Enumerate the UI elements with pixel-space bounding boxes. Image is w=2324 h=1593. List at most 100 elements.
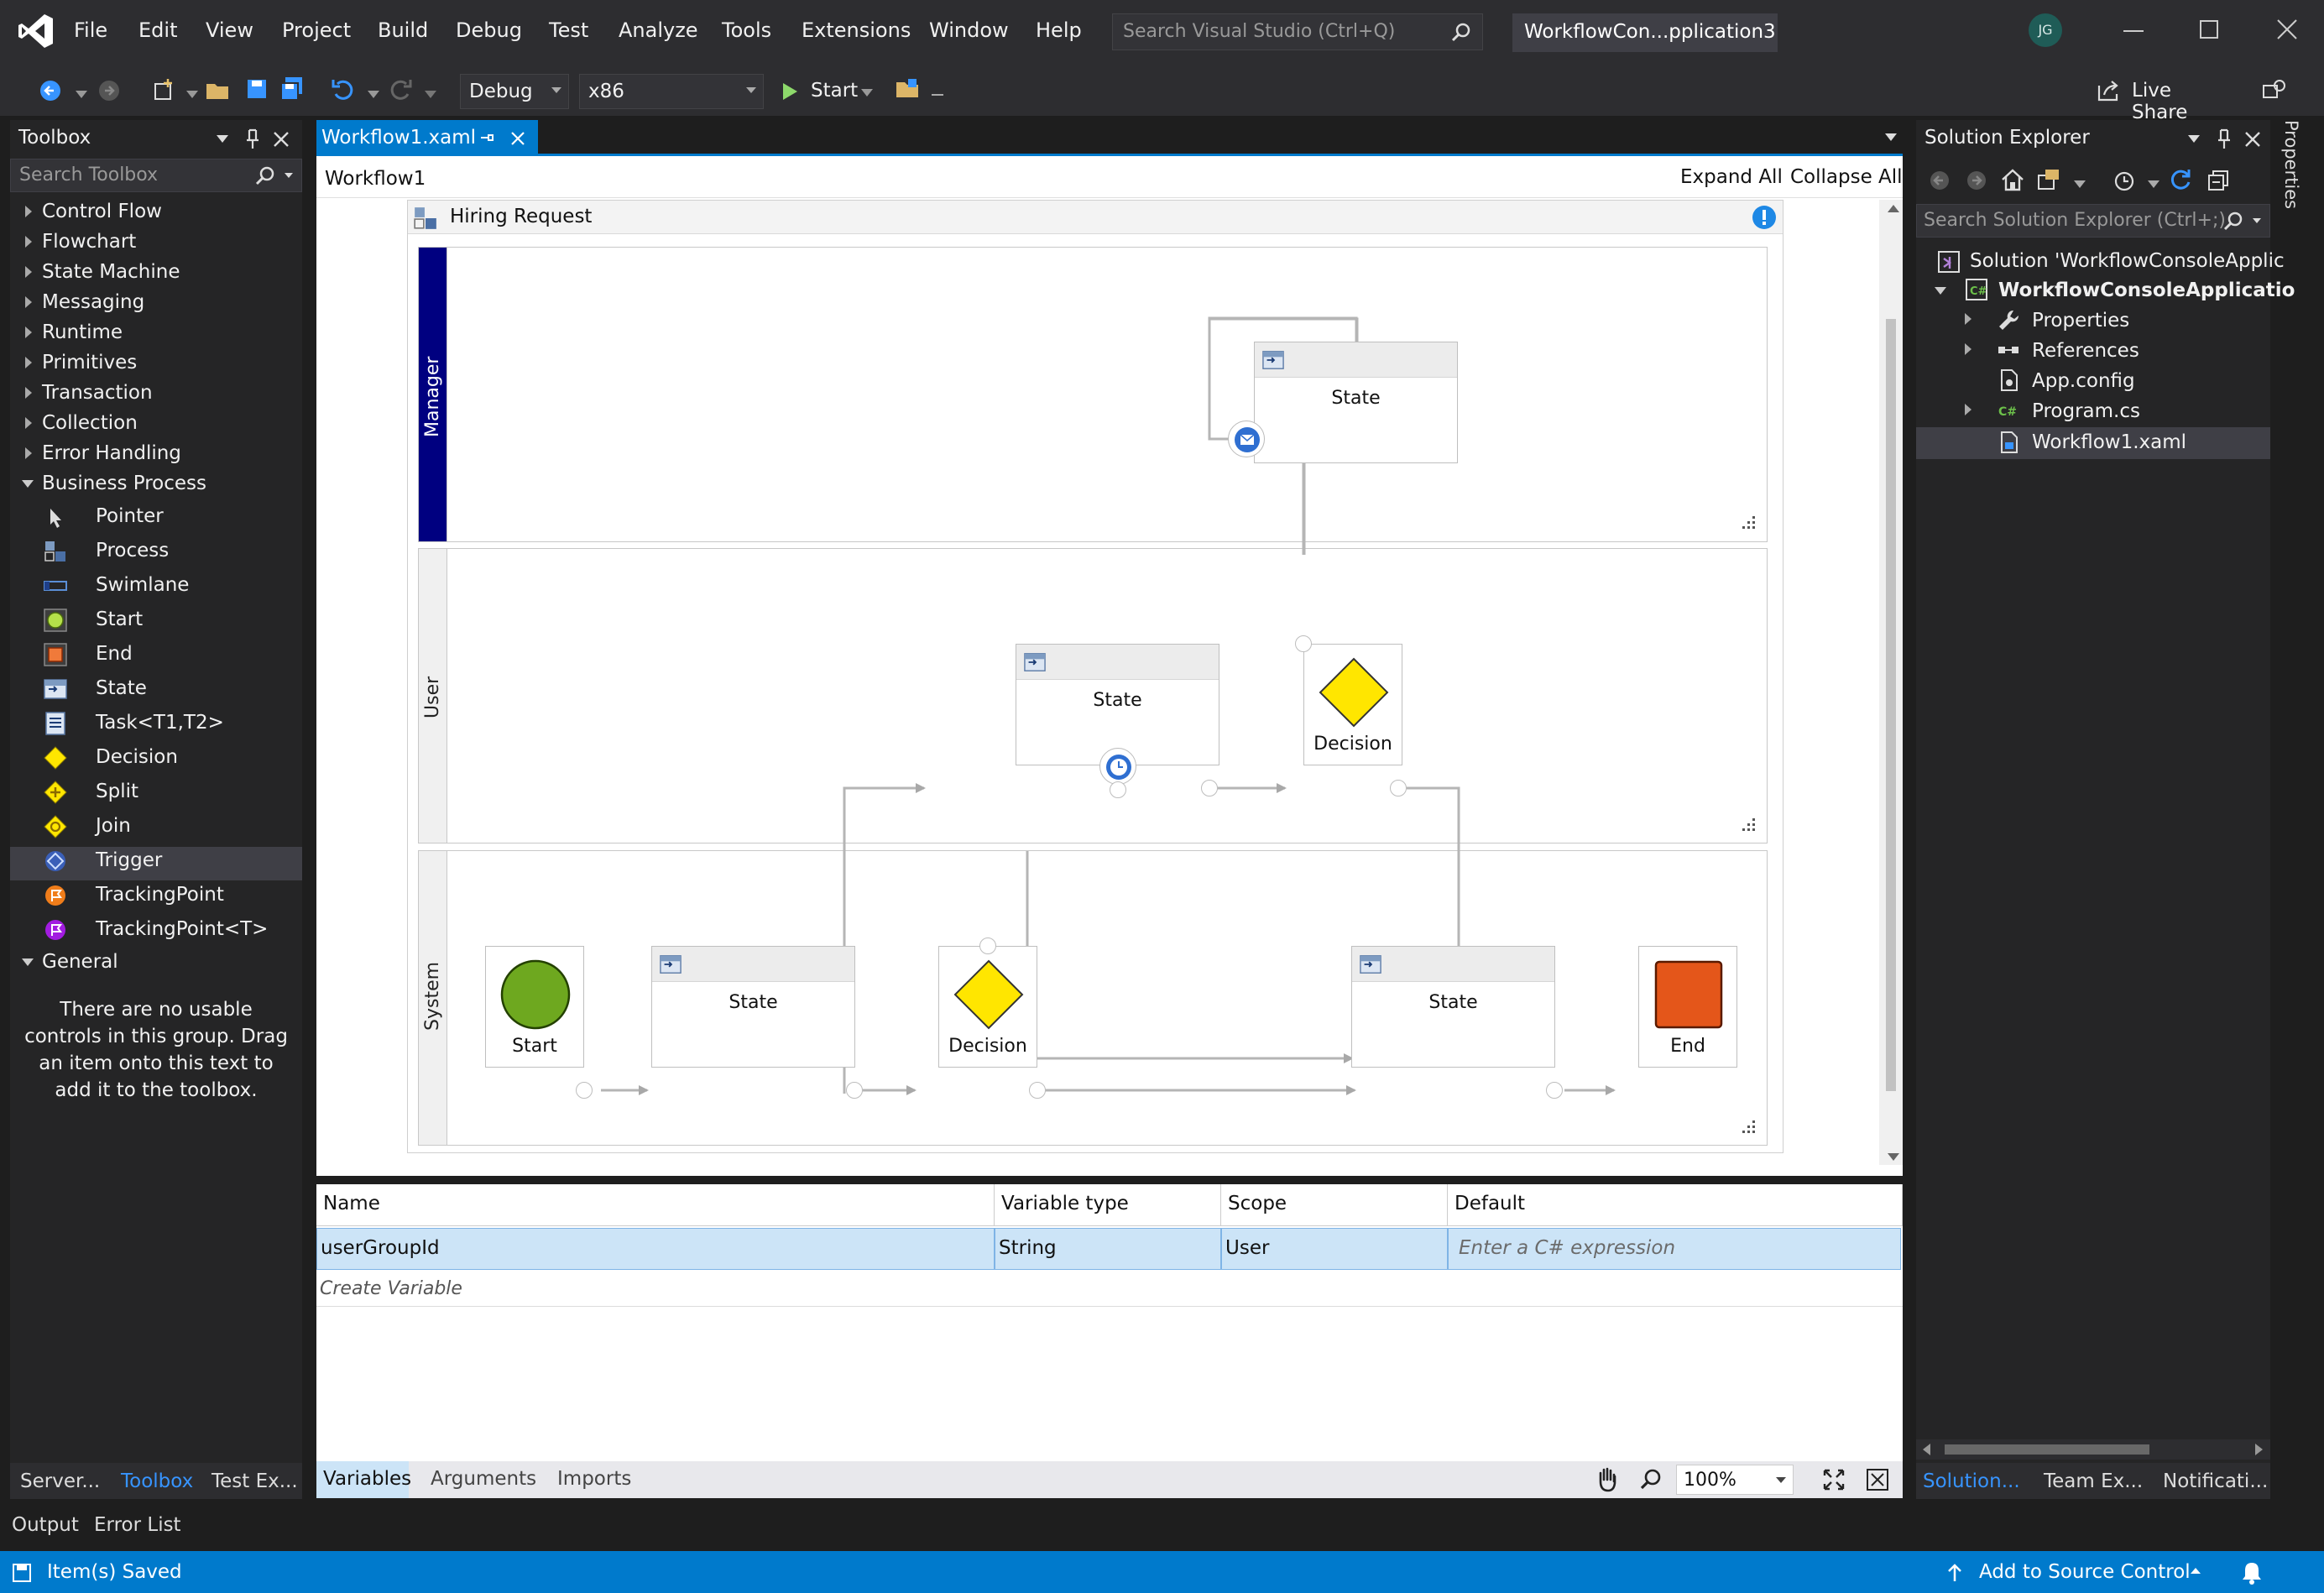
tab-variables[interactable]: Variables [323,1468,411,1490]
scroll-down-icon[interactable] [1888,1153,1899,1161]
toolbox-group-collection[interactable]: Collection [42,412,138,434]
solution-search-input[interactable]: Search Solution Explorer (Ctrl+;) [1916,204,2270,238]
user-avatar[interactable]: JG [2029,13,2062,47]
menu-help[interactable]: Help [1036,18,1082,42]
toolbox-item-process[interactable]: Process [96,540,169,561]
toolbox-item-swimlane[interactable]: Swimlane [96,574,189,596]
navigate-back-icon[interactable] [39,79,62,102]
undo-dropdown-icon[interactable] [368,91,379,98]
start-debugging-button[interactable]: Start [781,74,881,109]
tab-imports[interactable]: Imports [557,1468,631,1490]
save-icon[interactable] [245,77,269,101]
tree-references[interactable]: References [2032,340,2139,362]
tab-solution-explorer[interactable]: Solution... [1923,1470,2020,1492]
toolbox-group-business-process[interactable]: Business Process [42,473,206,494]
column-header-variable-type[interactable]: Variable type [995,1184,1221,1226]
zoom-level-select[interactable]: 100% [1676,1465,1794,1495]
toolbox-search-input[interactable]: Search Toolbox [10,159,302,192]
toolbar-overflow-icon[interactable] [932,94,943,96]
add-to-source-control-button[interactable]: Add to Source Control [1945,1558,2202,1588]
toolbox-group-transaction[interactable]: Transaction [42,382,153,404]
solution-platform-select[interactable]: x86 [579,74,764,109]
tab-workflow1-xaml[interactable]: Workflow1.xaml [316,120,538,155]
toolbox-item-trigger[interactable]: Trigger [96,849,162,871]
toolbox-group-state-machine[interactable]: State Machine [42,261,180,283]
decision-node-user[interactable]: Decision [1303,644,1402,765]
close-window-icon[interactable] [2276,18,2298,40]
menu-window[interactable]: Window [929,18,1009,42]
end-node[interactable]: End [1638,946,1737,1068]
zoom-icon[interactable] [1639,1468,1663,1491]
toolbox-item-split[interactable]: Split [96,781,138,802]
tab-toolbox[interactable]: Toolbox [121,1470,193,1492]
back-icon[interactable] [1928,169,1951,192]
redo-icon[interactable] [388,77,413,102]
document-list-dropdown-icon[interactable] [1885,133,1897,141]
menu-analyze[interactable]: Analyze [619,18,698,42]
tree-workflow1-xaml[interactable]: Workflow1.xaml [2032,431,2186,453]
state-node-manager[interactable]: State [1254,342,1458,463]
message-trigger[interactable] [1228,420,1265,457]
menu-view[interactable]: View [206,18,253,42]
toolbox-group-general[interactable]: General [42,951,118,973]
tree-project[interactable]: WorkflowConsoleApplicatio [1998,279,2295,301]
menu-tools[interactable]: Tools [722,18,771,42]
collapse-all-button[interactable]: Collapse All [1790,166,1903,188]
solution-configuration-select[interactable]: Debug [460,74,569,109]
live-share-button[interactable]: Live Share [2097,72,2231,123]
variable-default-input[interactable]: Enter a C# expression [1448,1228,1901,1270]
create-variable-row[interactable]: Create Variable [316,1272,1903,1307]
column-header-default[interactable]: Default [1448,1184,1903,1226]
toolbox-group-flowchart[interactable]: Flowchart [42,231,136,253]
tab-pin-icon[interactable] [479,130,494,145]
new-project-icon[interactable] [151,77,176,102]
toolbox-group-primitives[interactable]: Primitives [42,352,137,373]
tab-close-icon[interactable] [509,130,526,147]
pan-hand-icon[interactable] [1594,1466,1621,1493]
state-node-system-2[interactable]: State [1351,946,1555,1068]
close-solution-explorer-icon[interactable] [2243,130,2262,149]
menu-project[interactable]: Project [282,18,351,42]
tree-program-cs[interactable]: Program.cs [2032,400,2140,422]
menu-extensions[interactable]: Extensions [802,18,911,42]
save-all-icon[interactable] [279,76,306,102]
start-node[interactable]: Start [485,946,584,1068]
forward-icon[interactable] [1965,169,1988,192]
tab-error-list[interactable]: Error List [94,1514,181,1536]
toolbox-group-control-flow[interactable]: Control Flow [42,201,162,222]
menu-file[interactable]: File [74,18,107,42]
variable-type-cell[interactable]: String [995,1228,1221,1270]
breadcrumb[interactable]: Workflow1 [325,168,426,190]
notifications-bell-icon[interactable] [2239,1559,2264,1585]
tab-server-explorer[interactable]: Server... [20,1470,100,1492]
switch-views-icon[interactable] [2037,167,2064,192]
tab-team-explorer[interactable]: Team Ex... [2044,1470,2143,1492]
back-dropdown-icon[interactable] [76,91,87,98]
timer-trigger[interactable] [1099,748,1136,785]
scroll-up-icon[interactable] [1888,205,1899,212]
search-visual-studio-input[interactable]: Search Visual Studio (Ctrl+Q) [1112,13,1483,50]
collapse-all-icon[interactable] [2206,169,2230,192]
pin-icon[interactable] [2215,128,2233,150]
open-folder-icon[interactable] [205,77,232,102]
tab-notifications[interactable]: Notificati... [2163,1470,2268,1492]
toolbox-item-state[interactable]: State [96,677,147,699]
variable-scope-cell[interactable]: User [1221,1228,1448,1270]
tab-test-explorer[interactable]: Test Ex... [212,1470,298,1492]
toolbox-item-start[interactable]: Start [96,608,143,630]
maximize-icon[interactable] [2200,20,2218,39]
toolbox-item-task[interactable]: Task<T1,T2> [96,712,224,734]
decision-node-system[interactable]: Decision [938,946,1037,1068]
find-in-files-icon[interactable] [895,76,923,102]
pin-icon[interactable] [243,128,262,150]
state-node-system-1[interactable]: State [651,946,855,1068]
properties-side-tab[interactable]: Properties [2276,120,2310,221]
toolbox-item-pointer[interactable]: Pointer [96,505,164,527]
toolbox-group-runtime[interactable]: Runtime [42,321,123,343]
tree-app-config[interactable]: App.config [2032,370,2135,392]
close-toolbox-icon[interactable] [272,130,290,149]
menu-test[interactable]: Test [549,18,588,42]
tab-output[interactable]: Output [12,1514,79,1536]
menu-build[interactable]: Build [378,18,428,42]
home-icon[interactable] [2000,167,2025,192]
